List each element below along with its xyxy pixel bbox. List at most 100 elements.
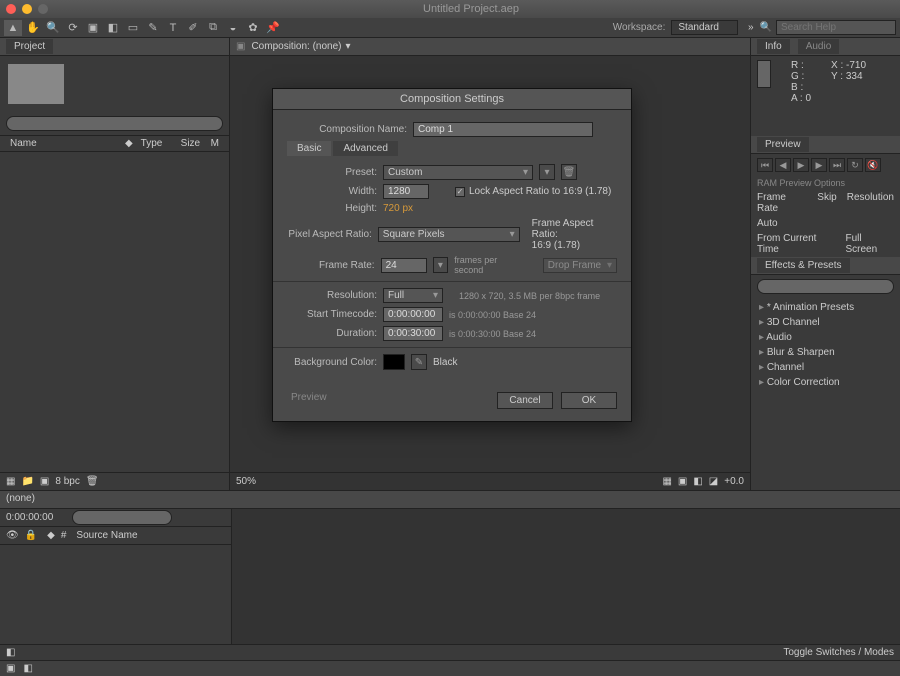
project-search-input[interactable]	[6, 116, 223, 131]
project-thumbnail	[8, 64, 64, 104]
advanced-tab[interactable]: Advanced	[333, 141, 397, 156]
bg-color-swatch[interactable]	[383, 354, 405, 370]
mute-icon[interactable]: 🔇	[865, 158, 881, 172]
viewer-opt-icon[interactable]: ◪	[709, 476, 718, 487]
workspace-select[interactable]: Standard	[671, 20, 738, 35]
composition-tab[interactable]: Composition: (none)	[251, 41, 341, 52]
auto-value[interactable]: Auto	[757, 218, 778, 229]
viewer-opt-icon[interactable]: ▣	[678, 476, 687, 487]
par-select[interactable]: Square Pixels	[378, 227, 520, 242]
effects-category[interactable]: Channel	[751, 360, 900, 375]
label-icon[interactable]: ◆	[47, 530, 55, 541]
audio-tab[interactable]: Audio	[798, 39, 840, 54]
duration-input[interactable]	[383, 326, 443, 341]
viewer-opt-icon[interactable]: ▦	[662, 476, 671, 487]
zoom-tool-icon[interactable]: 🔍	[44, 20, 62, 36]
start-timecode-input[interactable]	[383, 307, 443, 322]
chevron-right-icon[interactable]: »	[748, 22, 754, 33]
preview-tab[interactable]: Preview	[757, 137, 809, 152]
camera-tool-icon[interactable]: ▣	[84, 20, 102, 36]
prev-frame-icon[interactable]: ◀	[775, 158, 791, 172]
effects-category[interactable]: Color Correction	[751, 375, 900, 390]
pen-tool-icon[interactable]: ✎	[144, 20, 162, 36]
effects-category[interactable]: * Animation Presets	[751, 300, 900, 315]
next-frame-icon[interactable]: ▶	[811, 158, 827, 172]
viewer-toggle-icon[interactable]: ▣	[236, 41, 245, 52]
selection-tool-icon[interactable]: ▲	[4, 20, 22, 36]
workspace-label: Workspace:	[613, 22, 666, 33]
info-x: X : -710	[831, 60, 866, 71]
source-name-col[interactable]: Source Name	[76, 530, 137, 541]
basic-tab[interactable]: Basic	[287, 141, 331, 156]
effects-tab[interactable]: Effects & Presets	[757, 258, 850, 273]
minimize-window-icon[interactable]	[22, 4, 32, 14]
last-frame-icon[interactable]: ⏭	[829, 158, 845, 172]
eraser-tool-icon[interactable]: ◒	[224, 20, 242, 36]
toggle-switches-button[interactable]: Toggle Switches / Modes	[783, 647, 894, 658]
lock-aspect-checkbox[interactable]: ✓	[455, 187, 465, 197]
loop-icon[interactable]: ↻	[847, 158, 863, 172]
puppet-tool-icon[interactable]: 📌	[264, 20, 282, 36]
magnification-select[interactable]: 50%	[236, 476, 256, 487]
interpret-icon[interactable]: ▦	[6, 476, 15, 487]
roto-tool-icon[interactable]: ✿	[244, 20, 262, 36]
hand-tool-icon[interactable]: ✋	[24, 20, 42, 36]
full-screen-check[interactable]: Full Screen	[845, 233, 894, 255]
cancel-button[interactable]: Cancel	[497, 392, 553, 409]
save-preset-icon[interactable]: ▾	[539, 164, 555, 180]
label-icon[interactable]: ◆	[121, 138, 137, 149]
zoom-window-icon[interactable]	[38, 4, 48, 14]
type-tool-icon[interactable]: T	[164, 20, 182, 36]
height-value[interactable]: 720 px	[383, 203, 413, 214]
from-current-check[interactable]: From Current Time	[757, 233, 837, 255]
ram-preview-options[interactable]: RAM Preview Options	[751, 176, 900, 190]
eyedropper-icon[interactable]: ✎	[411, 354, 427, 370]
framerate-dropdown-icon[interactable]: ▾	[433, 257, 449, 273]
clone-tool-icon[interactable]: ⧉	[204, 20, 222, 36]
expand-icon[interactable]: ◧	[6, 647, 15, 658]
col-size[interactable]: Size	[177, 138, 207, 149]
col-type[interactable]: Type	[137, 138, 177, 149]
project-tab[interactable]: Project	[6, 39, 53, 54]
width-input[interactable]	[383, 184, 429, 199]
layer-search-input[interactable]	[72, 510, 172, 525]
rotate-tool-icon[interactable]: ⟳	[64, 20, 82, 36]
search-help-input[interactable]	[776, 20, 896, 35]
framerate-input[interactable]	[381, 258, 427, 273]
timeline-tracks[interactable]	[232, 509, 900, 644]
lock-icon[interactable]: 🔒	[25, 530, 37, 541]
effects-category[interactable]: 3D Channel	[751, 315, 900, 330]
bpc-button[interactable]: 8 bpc	[55, 476, 79, 487]
search-icon: 🔍	[760, 22, 772, 33]
preset-select[interactable]: Custom	[383, 165, 533, 180]
new-comp-icon[interactable]: ▣	[40, 476, 49, 487]
preview-check[interactable]: Preview	[291, 392, 327, 409]
viewer-opt-icon[interactable]: ◧	[693, 476, 702, 487]
col-name[interactable]: Name	[6, 138, 121, 149]
timecode-display[interactable]: 0:00:00:00	[6, 512, 66, 523]
panbehind-tool-icon[interactable]: ◧	[104, 20, 122, 36]
exposure-value[interactable]: +0.0	[724, 476, 744, 487]
visibility-icon[interactable]: 👁	[6, 530, 19, 541]
resolution-select[interactable]: Full	[383, 288, 443, 303]
folder-icon[interactable]: 📁	[21, 476, 33, 487]
frame-ar-label: Frame Aspect Ratio:	[532, 218, 617, 240]
play-icon[interactable]: ▶	[793, 158, 809, 172]
ok-button[interactable]: OK	[561, 392, 617, 409]
mask-tool-icon[interactable]: ▭	[124, 20, 142, 36]
trash-icon[interactable]: 🗑	[86, 476, 99, 487]
effects-search-input[interactable]	[757, 279, 894, 294]
info-tab[interactable]: Info	[757, 39, 790, 54]
dropdown-icon[interactable]: ▾	[346, 41, 351, 52]
delete-preset-icon[interactable]: 🗑	[561, 164, 577, 180]
brush-tool-icon[interactable]: ✐	[184, 20, 202, 36]
col-m[interactable]: M	[207, 138, 223, 149]
status-icon[interactable]: ▣	[6, 663, 15, 674]
first-frame-icon[interactable]: ⏮	[757, 158, 773, 172]
comp-name-input[interactable]	[413, 122, 593, 137]
status-icon[interactable]: ◧	[23, 663, 32, 674]
timeline-tab[interactable]: (none)	[6, 493, 35, 504]
effects-category[interactable]: Audio	[751, 330, 900, 345]
effects-category[interactable]: Blur & Sharpen	[751, 345, 900, 360]
close-window-icon[interactable]	[6, 4, 16, 14]
